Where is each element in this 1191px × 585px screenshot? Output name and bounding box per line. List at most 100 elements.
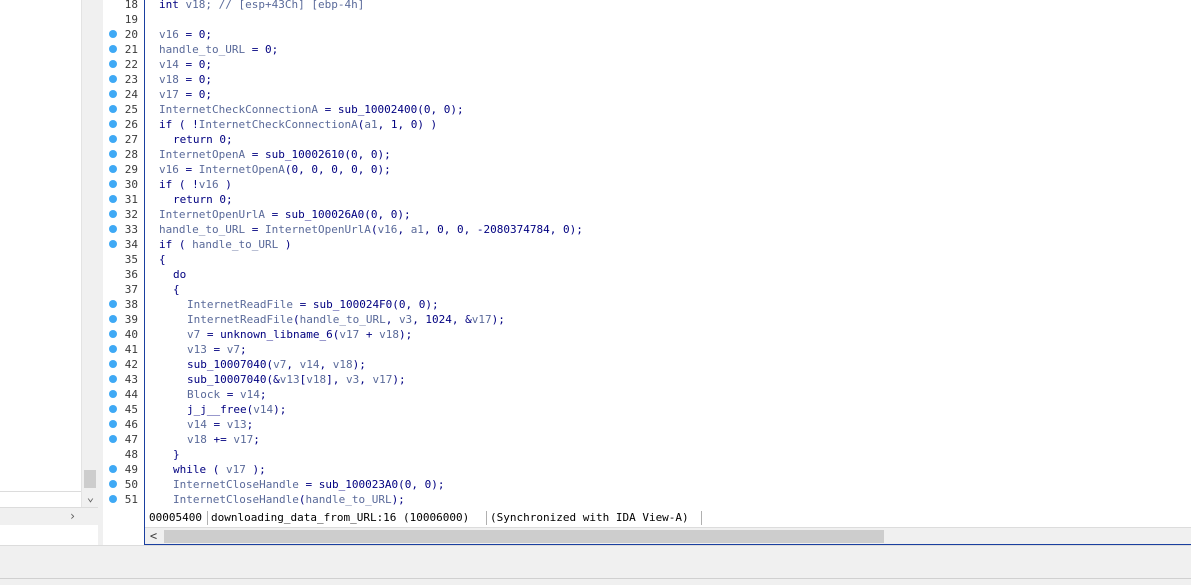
code-identifier[interactable]: v17 — [372, 373, 392, 386]
code-identifier[interactable]: handle_to_URL — [192, 238, 278, 251]
breakpoint-dot-icon[interactable] — [109, 420, 117, 428]
breakpoint-dot-icon[interactable] — [109, 180, 117, 188]
code-line[interactable]: return 0; — [173, 132, 233, 147]
code-identifier[interactable]: v17 — [472, 313, 492, 326]
code-identifier[interactable]: InternetReadFile — [187, 313, 293, 326]
code-identifier[interactable]: v18 — [187, 433, 207, 446]
breakpoint-dot-icon[interactable] — [109, 240, 117, 248]
code-identifier[interactable]: v13 — [227, 418, 247, 431]
breakpoint-dot-icon[interactable] — [109, 120, 117, 128]
code-identifier[interactable]: handle_to_URL — [159, 223, 245, 236]
code-line[interactable]: v7 = unknown_libname_6(v17 + v18); — [187, 327, 412, 342]
code-line[interactable]: while ( v17 ); — [173, 462, 266, 477]
code-line[interactable]: handle_to_URL = 0; — [159, 42, 278, 57]
code-identifier[interactable]: v14 — [300, 358, 320, 371]
code-identifier[interactable]: ; // [esp+43Ch] [ebp-4h] — [205, 0, 364, 11]
code-identifier[interactable]: v16 — [159, 163, 179, 176]
scroll-thumb[interactable] — [84, 470, 96, 488]
breakpoint-dot-icon[interactable] — [109, 30, 117, 38]
code-line[interactable]: handle_to_URL = InternetOpenUrlA(v16, a1… — [159, 222, 583, 237]
breakpoint-dot-icon[interactable] — [109, 105, 117, 113]
functions-vertical-scrollbar[interactable]: ⌄ — [81, 0, 99, 507]
code-line[interactable]: return 0; — [173, 192, 233, 207]
code-identifier[interactable]: v7 — [187, 328, 200, 341]
breakpoint-dot-icon[interactable] — [109, 315, 117, 323]
code-line[interactable]: InternetCheckConnectionA = sub_10002400(… — [159, 102, 464, 117]
code-line[interactable]: do — [173, 267, 186, 282]
code-line[interactable]: InternetOpenUrlA = sub_100026A0(0, 0); — [159, 207, 411, 222]
code-identifier[interactable]: v18 — [379, 328, 399, 341]
code-identifier[interactable]: v17 — [233, 433, 253, 446]
code-line[interactable]: sub_10007040(&v13[v18], v3, v17); — [187, 372, 406, 387]
code-line[interactable]: InternetCloseHandle(handle_to_URL); — [173, 492, 405, 507]
code-line[interactable]: InternetCloseHandle = sub_100023A0(0, 0)… — [173, 477, 445, 492]
code-line[interactable]: InternetReadFile(handle_to_URL, v3, 1024… — [187, 312, 505, 327]
code-identifier[interactable]: handle_to_URL — [300, 313, 386, 326]
code-line[interactable]: v17 = 0; — [159, 87, 212, 102]
code-horizontal-scrollbar[interactable]: < — [145, 527, 1191, 545]
code-line[interactable]: if ( !v16 ) — [159, 177, 232, 192]
code-identifier[interactable]: InternetCloseHandle — [173, 478, 299, 491]
functions-horizontal-scrollbar[interactable]: › — [0, 507, 98, 525]
breakpoint-dot-icon[interactable] — [109, 435, 117, 443]
breakpoint-dot-icon[interactable] — [109, 360, 117, 368]
breakpoint-dot-icon[interactable] — [109, 150, 117, 158]
breakpoint-dot-icon[interactable] — [109, 375, 117, 383]
breakpoint-dot-icon[interactable] — [109, 45, 117, 53]
code-identifier[interactable]: v18 — [333, 358, 353, 371]
code-line[interactable]: j_j__free(v14); — [187, 402, 286, 417]
code-line[interactable]: v18 += v17; — [187, 432, 260, 447]
code-line[interactable]: v14 = 0; — [159, 57, 212, 72]
breakpoint-dot-icon[interactable] — [109, 480, 117, 488]
breakpoint-dot-icon[interactable] — [109, 75, 117, 83]
code-line[interactable]: InternetOpenA = sub_10002610(0, 0); — [159, 147, 391, 162]
code-identifier[interactable]: handle_to_URL — [305, 493, 391, 506]
code-identifier[interactable]: InternetOpenA — [199, 163, 285, 176]
code-line[interactable]: v18 = 0; — [159, 72, 212, 87]
breakpoint-dot-icon[interactable] — [109, 405, 117, 413]
code-identifier[interactable]: InternetOpenUrlA — [265, 223, 371, 236]
chevron-right-icon[interactable]: › — [64, 508, 81, 525]
code-line[interactable]: Block = v14; — [187, 387, 267, 402]
pseudocode-view[interactable]: 18 19 20 21 22 23 24 25 26 27 28 29 30 31 32 33 34 35 36 37… — [103, 0, 1191, 545]
code-identifier[interactable]: v17 — [226, 463, 246, 476]
code-identifier[interactable]: a1 — [411, 223, 424, 236]
code-identifier[interactable]: Block — [187, 388, 220, 401]
code-line[interactable]: if ( !InternetCheckConnectionA(a1, 1, 0)… — [159, 117, 437, 132]
code-identifier[interactable]: v14 — [159, 58, 179, 71]
breakpoint-dot-icon[interactable] — [109, 465, 117, 473]
code-line[interactable]: v13 = v7; — [187, 342, 247, 357]
breakpoint-dot-icon[interactable] — [109, 225, 117, 233]
code-line[interactable]: v14 = v13; — [187, 417, 253, 432]
code-identifier[interactable]: v13 — [187, 343, 207, 356]
code-identifier[interactable]: InternetCheckConnectionA — [159, 103, 318, 116]
code-identifier[interactable]: InternetCloseHandle — [173, 493, 299, 506]
breakpoint-dot-icon[interactable] — [109, 165, 117, 173]
code-identifier[interactable]: handle_to_URL — [159, 43, 245, 56]
code-identifier[interactable]: InternetCheckConnectionA — [199, 118, 358, 131]
code-identifier[interactable]: v18 — [306, 373, 326, 386]
code-identifier[interactable]: a1 — [364, 118, 377, 131]
chevron-down-icon[interactable]: ⌄ — [82, 489, 99, 506]
code-identifier[interactable]: v14 — [187, 418, 207, 431]
breakpoint-dot-icon[interactable] — [109, 210, 117, 218]
breakpoint-dot-icon[interactable] — [109, 345, 117, 353]
code-identifier[interactable]: v7 — [273, 358, 286, 371]
code-line[interactable]: if ( handle_to_URL ) — [159, 237, 291, 252]
code-identifier[interactable]: v3 — [346, 373, 359, 386]
code-line[interactable]: v16 = 0; — [159, 27, 212, 42]
code-identifier[interactable]: v3 — [399, 313, 412, 326]
code-identifier[interactable]: v18 — [186, 0, 206, 11]
breakpoint-dot-icon[interactable] — [109, 60, 117, 68]
code-area[interactable]: int v18; // [esp+43Ch] [ebp-4h] v16 = 0; h… — [159, 0, 1189, 507]
code-identifier[interactable]: v18 — [159, 73, 179, 86]
code-line[interactable]: { — [173, 282, 180, 297]
code-identifier[interactable]: v16 — [378, 223, 398, 236]
code-identifier[interactable]: InternetOpenA — [159, 148, 245, 161]
breakpoint-dot-icon[interactable] — [109, 300, 117, 308]
code-identifier[interactable]: v14 — [240, 388, 260, 401]
code-identifier[interactable]: v14 — [253, 403, 273, 416]
code-identifier[interactable]: InternetReadFile — [187, 298, 293, 311]
code-line[interactable]: sub_10007040(v7, v14, v18); — [187, 357, 366, 372]
code-identifier[interactable]: v7 — [227, 343, 240, 356]
